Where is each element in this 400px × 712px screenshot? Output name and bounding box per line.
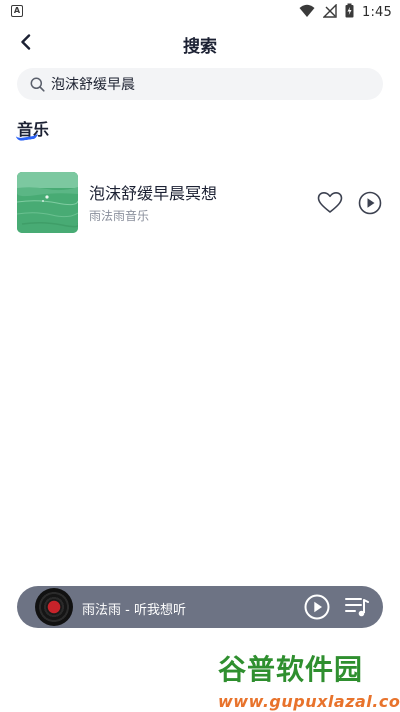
water-scene-icon (17, 172, 78, 233)
play-circle-icon (304, 594, 330, 624)
playlist-button[interactable] (345, 596, 369, 618)
play-song-button[interactable] (358, 191, 382, 215)
signal-off-icon (322, 2, 337, 22)
mini-player[interactable]: 雨法雨 - 听我想听 (17, 586, 383, 628)
watermark-url: www.gupuxlazal.com (218, 692, 400, 711)
song-result-row[interactable]: 泡沫舒缓早晨冥想 雨法雨音乐 (17, 172, 383, 234)
playlist-icon (345, 598, 369, 622)
mini-player-play-button[interactable] (304, 594, 330, 620)
wifi-icon (299, 3, 315, 22)
search-icon (29, 76, 45, 92)
page-title: 搜索 (183, 37, 217, 57)
search-bar[interactable] (17, 68, 383, 100)
status-time: 1:45 (362, 4, 392, 20)
search-input[interactable] (51, 70, 351, 98)
watermark-logo: 谷普软件园 (218, 653, 364, 686)
song-cover-image (17, 172, 78, 233)
watermark-logo-row: 谷普软件园 (218, 648, 396, 688)
song-artist: 雨法雨音乐 (89, 209, 150, 223)
heart-icon (317, 192, 343, 219)
now-playing-text: 雨法雨 - 听我想听 (82, 603, 186, 618)
status-bar: A 1:45 (0, 0, 400, 24)
play-circle-icon (358, 191, 382, 219)
header: 搜索 (0, 24, 400, 64)
app-notification-icon: A (11, 5, 23, 17)
status-indicators: 1:45 (299, 2, 392, 22)
song-title: 泡沫舒缓早晨冥想 (89, 184, 218, 203)
watermark: 谷普软件园 www.gupuxlazal.com (218, 648, 400, 711)
search-page: A 1:45 搜索 音乐 (0, 0, 400, 712)
vinyl-disc-icon (35, 588, 73, 626)
favorite-button[interactable] (317, 191, 343, 215)
battery-charging-icon (345, 3, 354, 22)
